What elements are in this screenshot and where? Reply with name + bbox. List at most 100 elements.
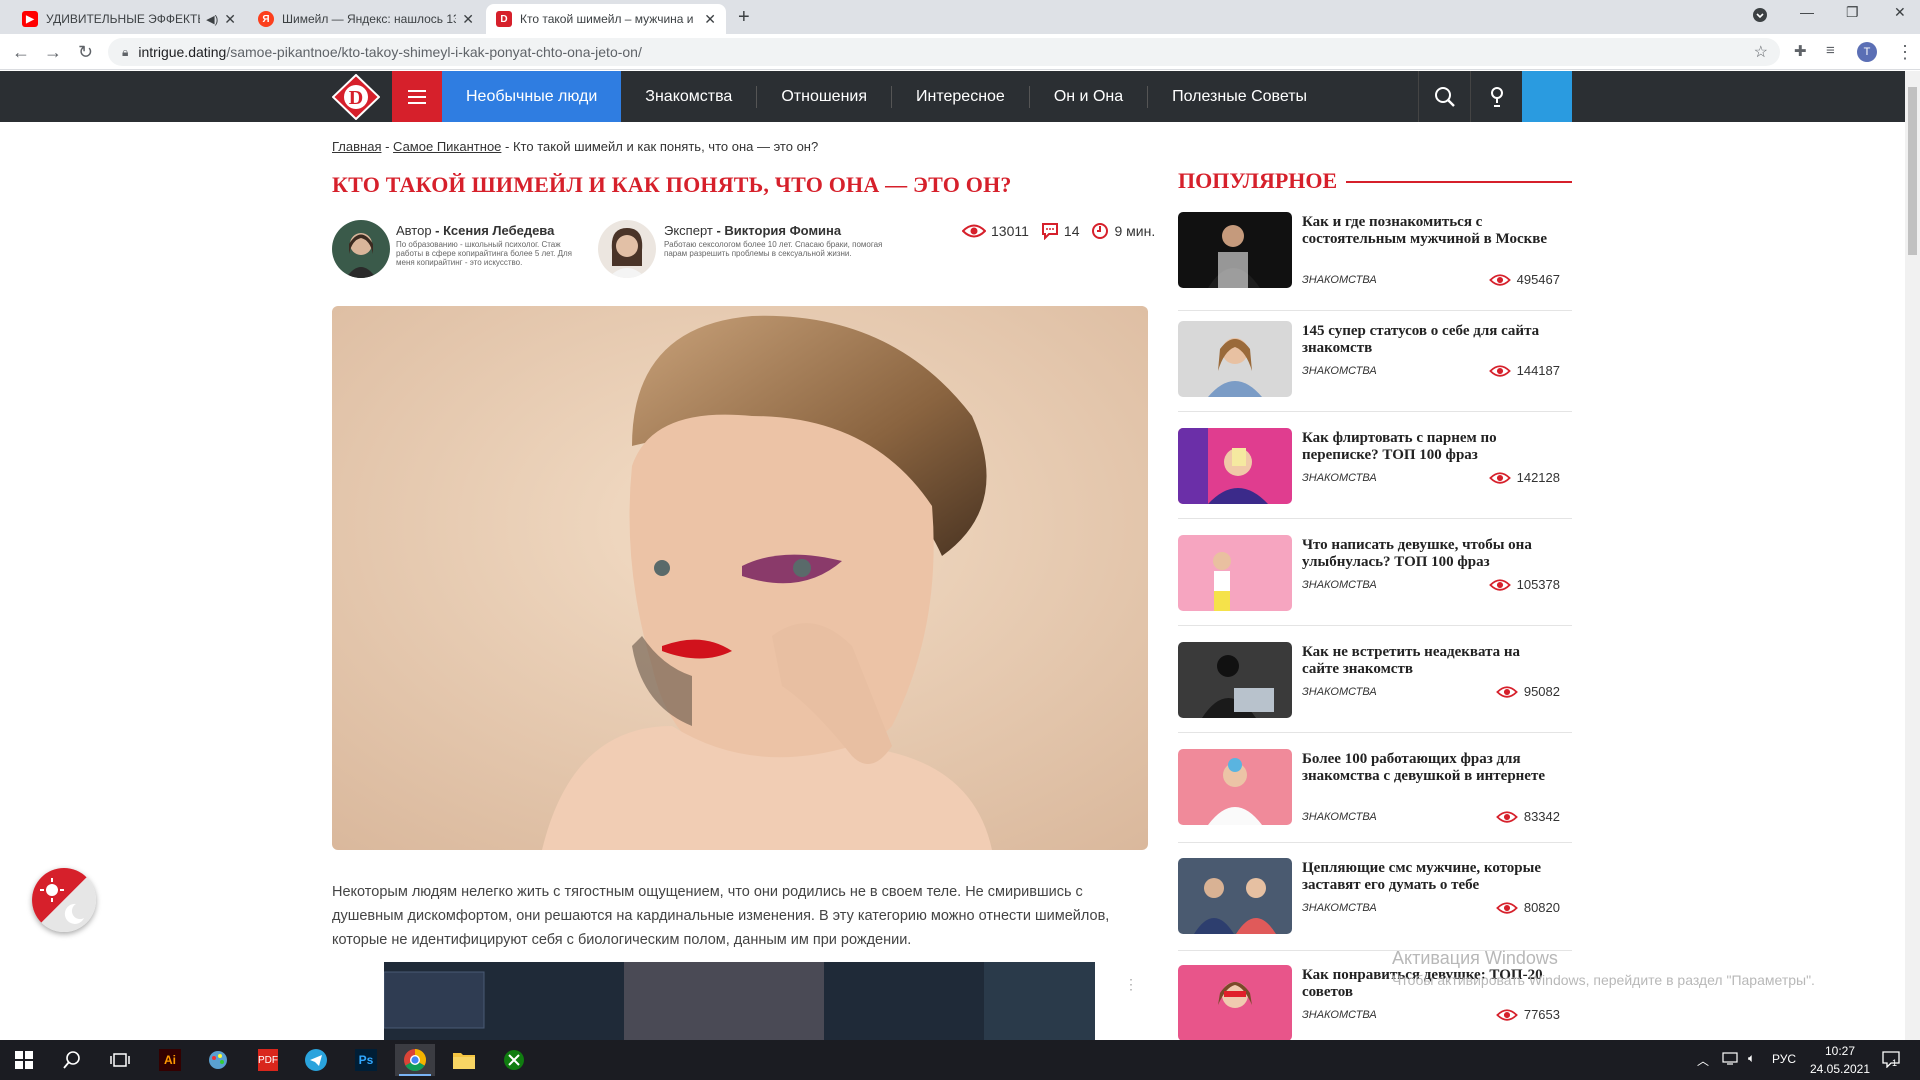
expert-avatar[interactable]	[598, 220, 656, 278]
close-window-icon[interactable]: ✕	[1894, 4, 1906, 21]
site-logo[interactable]: D	[331, 73, 381, 121]
clock-time[interactable]: 10:27	[1810, 1044, 1870, 1058]
page-scrollbar[interactable]	[1905, 71, 1920, 1040]
volume-icon[interactable]: 🔈︎	[1748, 1051, 1755, 1066]
author-avatar[interactable]	[332, 220, 390, 278]
expert-line: Эксперт - Виктория Фомина	[664, 223, 841, 238]
popular-item-thumbnail[interactable]	[1178, 749, 1292, 825]
breadcrumb: Главная - Самое Пикантное - Кто такой ши…	[332, 139, 818, 154]
popular-item[interactable]: Как и где познакомиться с состоятельным …	[1178, 212, 1572, 319]
embedded-video[interactable]	[384, 962, 1095, 1040]
popular-item-title[interactable]: Цепляющие смс мужчине, которые заставят …	[1302, 860, 1552, 894]
author-name[interactable]: Ксения Лебедева	[443, 223, 554, 238]
menu-burger-button[interactable]	[392, 71, 442, 122]
new-tab-icon[interactable]: +	[738, 6, 750, 29]
popular-item-thumbnail[interactable]	[1178, 535, 1292, 611]
close-tab-icon[interactable]: ✕	[704, 11, 716, 28]
speaker-icon[interactable]: ◀)	[206, 13, 218, 26]
popular-item-thumbnail[interactable]	[1178, 642, 1292, 718]
theme-toggle-button[interactable]	[32, 868, 96, 932]
breadcrumb-home-link[interactable]: Главная	[332, 139, 381, 154]
breadcrumb-section-link[interactable]: Самое Пикантное	[393, 139, 501, 154]
popular-item-title[interactable]: Что написать девушке, чтобы она улыбнула…	[1302, 537, 1552, 571]
popular-item-views-count: 495467	[1516, 272, 1560, 287]
popular-item[interactable]: Как не встретить неадеквата на сайте зна…	[1178, 642, 1572, 749]
close-tab-icon[interactable]: ✕	[224, 11, 236, 28]
nav-item-relationships[interactable]: Отношения	[757, 71, 891, 122]
popular-item[interactable]: Как флиртовать с парнем по переписке? ТО…	[1178, 428, 1572, 535]
close-tab-icon[interactable]: ✕	[462, 11, 474, 28]
photoshop-icon[interactable]: Ps	[346, 1044, 386, 1076]
restore-icon[interactable]: ❐	[1846, 4, 1859, 21]
profile-avatar[interactable]: T	[1857, 42, 1877, 62]
task-view-icon[interactable]	[100, 1044, 140, 1076]
popular-item-thumbnail[interactable]	[1178, 965, 1292, 1040]
popular-item-category[interactable]: ЗНАКОМСТВА	[1302, 579, 1377, 591]
author-bio: По образованию - школьный психолог. Стаж…	[396, 240, 572, 267]
file-explorer-icon[interactable]	[444, 1044, 484, 1076]
expert-name[interactable]: Виктория Фомина	[724, 223, 841, 238]
popular-heading-rule	[1346, 181, 1572, 183]
language-indicator[interactable]: РУС	[1772, 1052, 1796, 1066]
telegram-icon[interactable]	[296, 1044, 336, 1076]
popular-item-category[interactable]: ЗНАКОМСТВА	[1302, 811, 1377, 823]
read-time: 9 мин.	[1114, 223, 1156, 239]
notification-center-icon[interactable]: 1	[1882, 1050, 1900, 1071]
network-icon[interactable]	[1722, 1051, 1738, 1068]
illustrator-icon[interactable]: Ai	[150, 1044, 190, 1076]
extensions-icon[interactable]: ✚	[1794, 42, 1807, 60]
tray-overflow-icon[interactable]: ︿	[1697, 1052, 1709, 1069]
intrigue-icon: D	[496, 11, 512, 27]
bookmark-star-icon[interactable]: ☆	[1754, 42, 1768, 62]
popular-item-thumbnail[interactable]	[1178, 428, 1292, 504]
reload-icon[interactable]: ↻	[78, 42, 93, 63]
clock-date[interactable]: 24.05.2021	[1804, 1062, 1876, 1076]
nav-item-interesting[interactable]: Интересное	[892, 71, 1029, 122]
popular-item-thumbnail[interactable]	[1178, 212, 1292, 288]
browser-tab[interactable]: Я Шимейл — Яндекс: нашлось 13 ✕	[248, 4, 484, 34]
popular-item[interactable]: Что написать девушке, чтобы она улыбнула…	[1178, 535, 1572, 642]
xbox-icon[interactable]	[494, 1044, 534, 1076]
popular-item-category[interactable]: ЗНАКОМСТВА	[1302, 686, 1377, 698]
back-icon[interactable]: ←	[12, 42, 30, 63]
forward-icon[interactable]: →	[44, 42, 62, 63]
popular-item-thumbnail[interactable]	[1178, 858, 1292, 934]
comments-stat[interactable]: 14	[1041, 222, 1079, 240]
nav-item-unusual-people[interactable]: Необычные люди	[442, 71, 622, 122]
paint-icon[interactable]	[198, 1044, 238, 1076]
popular-item-category[interactable]: ЗНАКОМСТВА	[1302, 365, 1377, 377]
popular-item-thumbnail[interactable]	[1178, 321, 1292, 397]
popular-item-title[interactable]: Как и где познакомиться с состоятельным …	[1302, 214, 1552, 248]
windows-start-icon[interactable]	[4, 1044, 44, 1076]
popular-item-title[interactable]: Более 100 работающих фраз для знакомства…	[1302, 751, 1552, 785]
minimize-icon[interactable]: —	[1800, 4, 1814, 20]
popular-item-views-count: 144187	[1516, 363, 1560, 378]
video-options-icon[interactable]: ⋮	[1124, 976, 1138, 993]
popular-item-title[interactable]: Как флиртовать с парнем по переписке? ТО…	[1302, 430, 1552, 464]
popular-item-views-count: 105378	[1516, 577, 1560, 592]
reading-list-icon[interactable]: ≡	[1826, 42, 1835, 59]
nav-item-he-and-she[interactable]: Он и Она	[1030, 71, 1147, 122]
search-icon[interactable]	[52, 1044, 92, 1076]
popular-item-category[interactable]: ЗНАКОМСТВА	[1302, 902, 1377, 914]
nav-item-useful-tips[interactable]: Полезные Советы	[1148, 71, 1331, 122]
popular-item[interactable]: 145 супер статусов о себе для сайта знак…	[1178, 321, 1572, 428]
address-bar[interactable]: 🔒︎ intrigue.dating/samoe-pikantnoe/kto-t…	[108, 38, 1780, 66]
chrome-icon[interactable]	[395, 1044, 435, 1076]
popular-item-category[interactable]: ЗНАКОМСТВА	[1302, 274, 1377, 286]
browser-tab-active[interactable]: D Кто такой шимейл – мужчина и ✕	[486, 4, 726, 34]
site-login-button[interactable]	[1470, 71, 1522, 122]
popular-item[interactable]: Более 100 работающих фраз для знакомства…	[1178, 749, 1572, 859]
popular-item-title[interactable]: Как не встретить неадеквата на сайте зна…	[1302, 644, 1552, 678]
browser-tab[interactable]: ▶ УДИВИТЕЛЬНЫЕ ЭФФЕКТЫ ◀) ✕	[12, 4, 246, 34]
pdf-icon[interactable]: PDF	[248, 1044, 288, 1076]
more-menu-icon[interactable]: ⋮	[1896, 42, 1914, 63]
site-search-button[interactable]	[1418, 71, 1470, 122]
site-extra-button[interactable]	[1522, 71, 1572, 122]
popular-item-title[interactable]: 145 супер статусов о себе для сайта знак…	[1302, 323, 1552, 357]
tab-search-icon[interactable]	[1752, 7, 1768, 26]
popular-item-category[interactable]: ЗНАКОМСТВА	[1302, 472, 1377, 484]
popular-item-category[interactable]: ЗНАКОМСТВА	[1302, 1009, 1377, 1021]
scrollbar-thumb[interactable]	[1908, 87, 1917, 255]
nav-item-dating[interactable]: Знакомства	[621, 71, 756, 122]
